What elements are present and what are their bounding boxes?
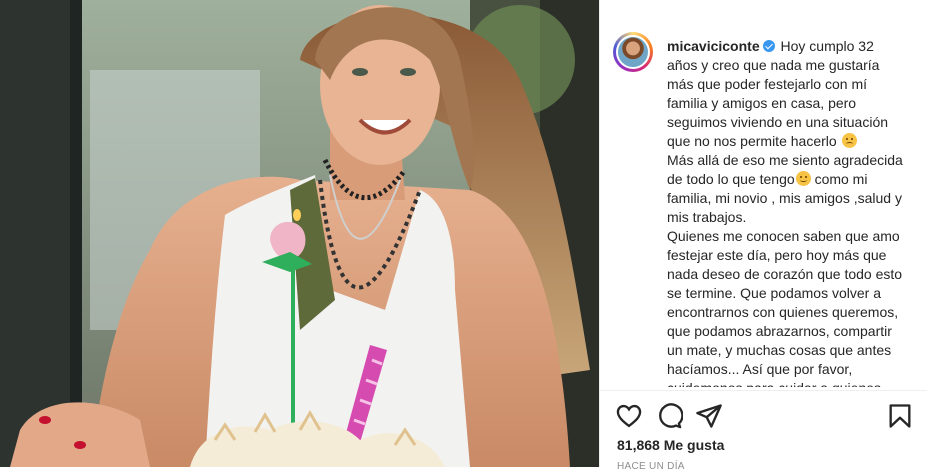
heart-icon[interactable] bbox=[615, 402, 643, 430]
comment-icon[interactable] bbox=[655, 402, 683, 430]
caption-paragraph-1: Hoy cumplo 32 años y creo que nada me gu… bbox=[667, 38, 889, 149]
avatar[interactable] bbox=[613, 32, 653, 72]
post-actions bbox=[613, 402, 914, 430]
caption-paragraph-4: Quienes me conocen saben que amo festeja… bbox=[667, 228, 903, 387]
post-side-panel: micaviciconte Hoy cumplo 32 años y creo … bbox=[599, 0, 927, 472]
username-link[interactable]: micaviciconte bbox=[667, 38, 760, 54]
likes-count[interactable]: 81,868 Me gusta bbox=[617, 437, 724, 453]
verified-badge-icon bbox=[762, 40, 775, 52]
photo-illustration bbox=[0, 0, 599, 467]
share-icon[interactable] bbox=[695, 402, 723, 430]
avatar-image bbox=[616, 35, 650, 69]
disappointed-face-icon bbox=[841, 133, 857, 148]
divider bbox=[600, 390, 927, 391]
post-caption: micaviciconte Hoy cumplo 32 años y creo … bbox=[667, 37, 907, 387]
bookmark-icon[interactable] bbox=[886, 402, 914, 430]
smiling-face-icon bbox=[795, 171, 811, 186]
post-photo[interactable] bbox=[0, 0, 599, 467]
